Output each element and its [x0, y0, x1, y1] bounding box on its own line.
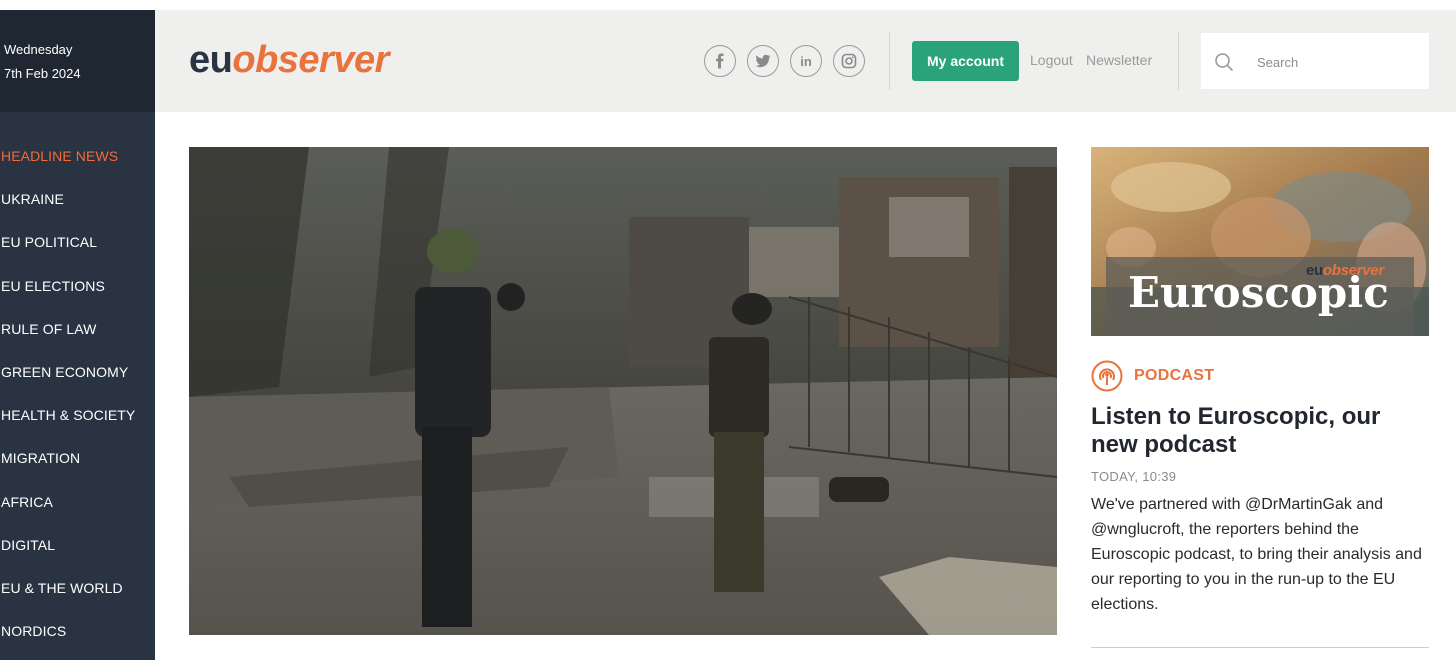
promo-title: Euroscopic: [1128, 268, 1389, 317]
twitter-icon[interactable]: [747, 45, 779, 77]
header-divider: [1178, 32, 1179, 90]
nav-item-ukraine[interactable]: UKRAINE: [0, 189, 155, 232]
category-label[interactable]: PODCAST: [1134, 367, 1214, 385]
nav-item-digital[interactable]: DIGITAL: [0, 535, 155, 578]
header-divider: [889, 32, 890, 90]
nav-item-eu-elections[interactable]: EU ELECTIONS: [0, 276, 155, 319]
podcast-icon: [1091, 360, 1123, 392]
nav-item-health-society[interactable]: HEALTH & SOCIETY: [0, 405, 155, 448]
nav-item-africa[interactable]: AFRICA: [0, 492, 155, 535]
article-category: PODCAST: [1091, 360, 1214, 392]
facebook-icon[interactable]: [704, 45, 736, 77]
social-links: in: [704, 45, 865, 77]
search-icon[interactable]: [1214, 52, 1234, 72]
article-summary: We've partnered with @DrMartinGak and @w…: [1091, 496, 1422, 613]
logo-observer: observer: [232, 39, 389, 81]
lead-story-photo[interactable]: [189, 147, 1057, 635]
nav-item-eu-and-the-world[interactable]: EU & THE WORLD: [0, 578, 155, 621]
nav-item-eu-political[interactable]: EU POLITICAL: [0, 232, 155, 275]
nav-item-headline-news[interactable]: HEADLINE NEWS: [0, 146, 155, 189]
divider: [1091, 647, 1429, 648]
date-block: Wednesday 7th Feb 2024: [0, 10, 155, 112]
page: Wednesday 7th Feb 2024 HEADLINE NEWS UKR…: [0, 0, 1456, 660]
linkedin-icon[interactable]: in: [790, 45, 822, 77]
nav-item-rule-of-law[interactable]: RULE OF LAW: [0, 319, 155, 362]
my-account-button[interactable]: My account: [912, 41, 1019, 81]
search-box: [1201, 33, 1429, 89]
logo-eu: eu: [189, 39, 233, 81]
newsletter-link[interactable]: Newsletter: [1086, 52, 1152, 68]
nav-item-migration[interactable]: MIGRATION: [0, 448, 155, 491]
linkedin-text: in: [800, 53, 812, 69]
instagram-icon[interactable]: [833, 45, 865, 77]
section-nav: HEADLINE NEWS UKRAINE EU POLITICAL EU EL…: [0, 112, 155, 660]
sidebar: Wednesday 7th Feb 2024 HEADLINE NEWS UKR…: [0, 10, 155, 660]
logout-link[interactable]: Logout: [1030, 52, 1073, 68]
search-input[interactable]: [1257, 51, 1417, 73]
date-full: 7th Feb 2024: [4, 66, 81, 81]
date-weekday: Wednesday: [4, 42, 73, 57]
nav-item-green-economy[interactable]: GREEN ECONOMY: [0, 362, 155, 405]
site-header: euobserver in My account Logout Newslett…: [155, 10, 1456, 112]
nav-item-nordics[interactable]: NORDICS: [0, 621, 155, 660]
article-timestamp: TODAY, 10:39: [1091, 469, 1177, 484]
site-logo[interactable]: euobserver: [189, 38, 389, 82]
article-headline[interactable]: Listen to Euroscopic, our new podcast: [1091, 403, 1431, 459]
